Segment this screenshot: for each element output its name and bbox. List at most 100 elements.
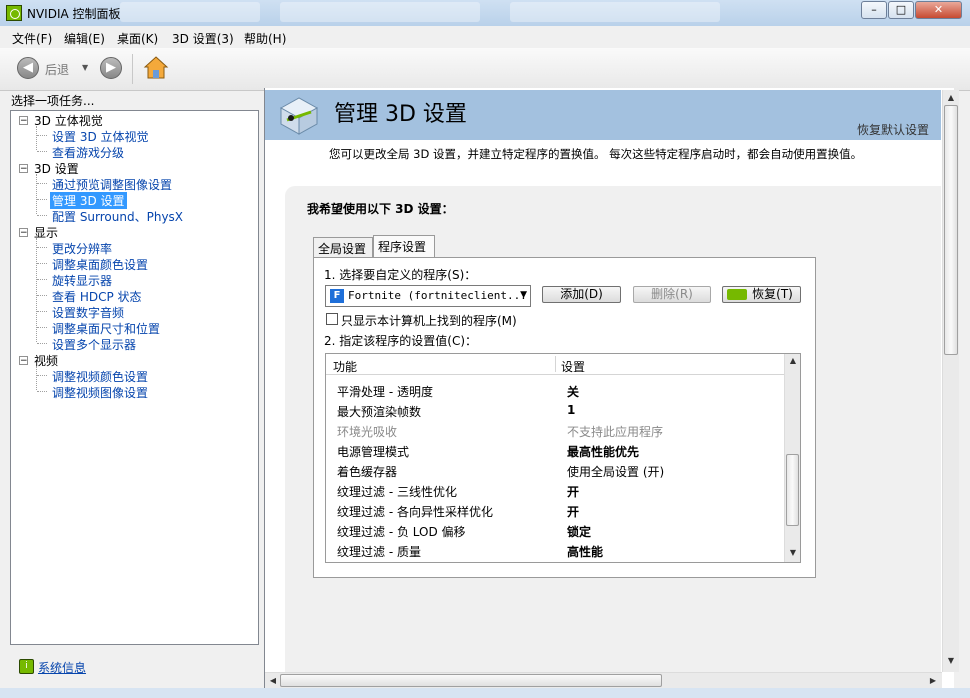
restore-program-button[interactable]: 恢复(T) <box>722 286 801 303</box>
tree-item-game-ratings[interactable]: 查看游戏分级 <box>52 144 124 161</box>
main-scroll-up-icon[interactable]: ▲ <box>945 93 957 102</box>
system-info-link[interactable]: 系统信息 <box>38 659 86 676</box>
show-local-programs-checkbox[interactable] <box>326 313 338 325</box>
manage-3d-icon <box>279 97 319 135</box>
settings-table: 功能 设置 平滑处理 - 透明度 关最大预渲染帧数 1 环境光吸收 不支持此应用程序 电源… <box>325 353 801 563</box>
main-vertical-scrollbar[interactable]: ▲ ▼ <box>942 90 959 672</box>
tree-group-video[interactable]: 视频 <box>34 352 58 369</box>
setting-cell[interactable]: 锁定 <box>567 523 591 540</box>
title-bar[interactable] <box>0 0 970 26</box>
table-row[interactable]: 最大预渲染帧数 1 <box>326 400 784 420</box>
tree-item-manage-3d[interactable]: 管理 3D 设置 <box>50 192 127 209</box>
maximize-button[interactable]: □ <box>888 1 914 19</box>
table-row[interactable]: 电源管理模式 最高性能优先 <box>326 440 784 460</box>
minimize-icon: – <box>871 3 877 16</box>
main-scroll-down-icon[interactable]: ▼ <box>945 656 957 665</box>
task-panel-header: 选择一项任务... <box>11 94 95 108</box>
tree-item-rotate-display[interactable]: 旋转显示器 <box>52 272 112 289</box>
table-row[interactable]: 着色缓存器 使用全局设置 (开) <box>326 460 784 480</box>
tree-group-stereo-3d[interactable]: 3D 立体视觉 <box>34 112 103 129</box>
tree-group-3d-settings[interactable]: 3D 设置 <box>34 160 79 177</box>
toolbar-divider <box>132 54 133 84</box>
restore-program-label: 恢复(T) <box>752 287 793 301</box>
feature-cell: 纹理过滤 - 三线性优化 <box>337 485 457 499</box>
table-row[interactable]: 纹理过滤 - 三线性优化 开 <box>326 480 784 500</box>
table-vertical-scrollbar[interactable]: ▲ ▼ <box>784 354 800 562</box>
tab-global-settings[interactable]: 全局设置 <box>313 237 373 257</box>
tree-item-digital-audio[interactable]: 设置数字音频 <box>52 304 124 321</box>
horizontal-scroll-thumb[interactable] <box>280 674 662 687</box>
feature-cell: 电源管理模式 <box>337 445 410 459</box>
scroll-right-icon[interactable]: ▶ <box>928 676 938 685</box>
table-row[interactable]: 平滑处理 - 透明度 关 <box>326 380 784 400</box>
setting-cell[interactable]: 关 <box>567 383 579 400</box>
tree-group-display[interactable]: 显示 <box>34 224 58 241</box>
arrow-right-icon: ▶ <box>106 60 116 75</box>
feature-cell: 纹理过滤 - 质量 <box>337 545 421 559</box>
back-label[interactable]: 后退 <box>45 61 69 78</box>
restore-defaults-link[interactable]: 恢复默认设置 <box>857 121 929 138</box>
chevron-down-icon: ▼ <box>520 290 527 300</box>
table-header: 功能 设置 <box>326 354 784 375</box>
close-icon: ✕ <box>933 3 944 16</box>
maximize-icon: □ <box>895 3 907 16</box>
table-row[interactable]: 纹理过滤 - 质量 高性能 <box>326 540 784 560</box>
menu-file[interactable]: 文件(F) <box>12 30 52 47</box>
column-header-setting[interactable]: 设置 <box>561 358 585 375</box>
history-dropdown-icon[interactable]: ▼ <box>82 63 88 72</box>
expand-toggle-display[interactable]: − <box>19 228 28 238</box>
tab-program-settings[interactable]: 程序设置 <box>373 235 435 258</box>
close-button[interactable]: ✕ <box>915 1 962 19</box>
add-program-button[interactable]: 添加(D) <box>542 286 621 303</box>
scroll-up-icon[interactable]: ▲ <box>787 356 799 365</box>
table-row[interactable]: 纹理过滤 - 各向异性采样优化 开 <box>326 500 784 520</box>
fortnite-icon: F <box>330 289 344 303</box>
table-row[interactable]: 环境光吸收 不支持此应用程序 <box>326 420 784 440</box>
setting-cell[interactable]: 1 <box>567 403 575 417</box>
setting-cell[interactable]: 开 <box>567 483 579 500</box>
tree-item-multi-display[interactable]: 设置多个显示器 <box>52 336 136 353</box>
program-select-value: Fortnite (fortniteclient... <box>348 289 527 302</box>
expand-toggle-video[interactable]: − <box>19 356 28 366</box>
tree-item-surround-physx[interactable]: 配置 Surround、PhysX <box>52 208 183 225</box>
minimize-button[interactable]: – <box>861 1 887 19</box>
tree-item-preview-image[interactable]: 通过预览调整图像设置 <box>52 176 172 193</box>
setting-cell[interactable]: 高性能 <box>567 543 603 560</box>
expand-toggle-3d[interactable]: − <box>19 164 28 174</box>
scroll-left-icon[interactable]: ◀ <box>268 676 278 685</box>
window-bottom-border <box>0 688 970 698</box>
window-title: NVIDIA 控制面板 <box>27 7 121 21</box>
menu-3d-settings[interactable]: 3D 设置(3) <box>172 30 234 47</box>
program-select[interactable]: F Fortnite (fortniteclient... ▼ <box>325 285 531 307</box>
main-horizontal-scrollbar[interactable]: ◀ ▶ <box>265 672 942 689</box>
feature-cell: 纹理过滤 - 负 LOD 偏移 <box>337 525 466 539</box>
tree-item-resolution[interactable]: 更改分辨率 <box>52 240 112 257</box>
back-button[interactable]: ◀ <box>17 57 39 79</box>
column-header-feature[interactable]: 功能 <box>333 358 357 375</box>
page-description: 您可以更改全局 3D 设置，并建立特定程序的置换值。 每次这些特定程序启动时，都… <box>329 147 863 161</box>
tree-item-video-image[interactable]: 调整视频图像设置 <box>52 384 148 401</box>
show-local-programs-label[interactable]: 只显示本计算机上找到的程序(M) <box>341 312 517 329</box>
home-icon[interactable] <box>143 55 169 81</box>
menu-desktop[interactable]: 桌面(K) <box>117 30 158 47</box>
remove-program-button[interactable]: 删除(R) <box>633 286 711 303</box>
menu-edit[interactable]: 编辑(E) <box>64 30 105 47</box>
table-scroll-thumb[interactable] <box>786 454 799 526</box>
tree-item-video-color[interactable]: 调整视频颜色设置 <box>52 368 148 385</box>
table-row[interactable]: 纹理过滤 - 负 LOD 偏移 锁定 <box>326 520 784 540</box>
arrow-left-icon: ◀ <box>23 60 33 75</box>
section-title: 我希望使用以下 3D 设置： <box>307 202 454 216</box>
expand-toggle-stereo[interactable]: − <box>19 116 28 126</box>
tree-item-desktop-color[interactable]: 调整桌面颜色设置 <box>52 256 148 273</box>
tree-item-desktop-size[interactable]: 调整桌面尺寸和位置 <box>52 320 160 337</box>
tree-item-hdcp[interactable]: 查看 HDCP 状态 <box>52 288 142 305</box>
setting-cell[interactable]: 最高性能优先 <box>567 443 639 460</box>
tree-item-setup-stereo[interactable]: 设置 3D 立体视觉 <box>52 128 149 145</box>
setting-cell[interactable]: 不支持此应用程序 <box>567 423 663 440</box>
setting-cell[interactable]: 使用全局设置 (开) <box>567 463 664 480</box>
forward-button[interactable]: ▶ <box>100 57 122 79</box>
main-scroll-thumb[interactable] <box>944 105 958 355</box>
menu-help[interactable]: 帮助(H) <box>244 30 286 47</box>
setting-cell[interactable]: 开 <box>567 503 579 520</box>
scroll-down-icon[interactable]: ▼ <box>787 548 799 557</box>
